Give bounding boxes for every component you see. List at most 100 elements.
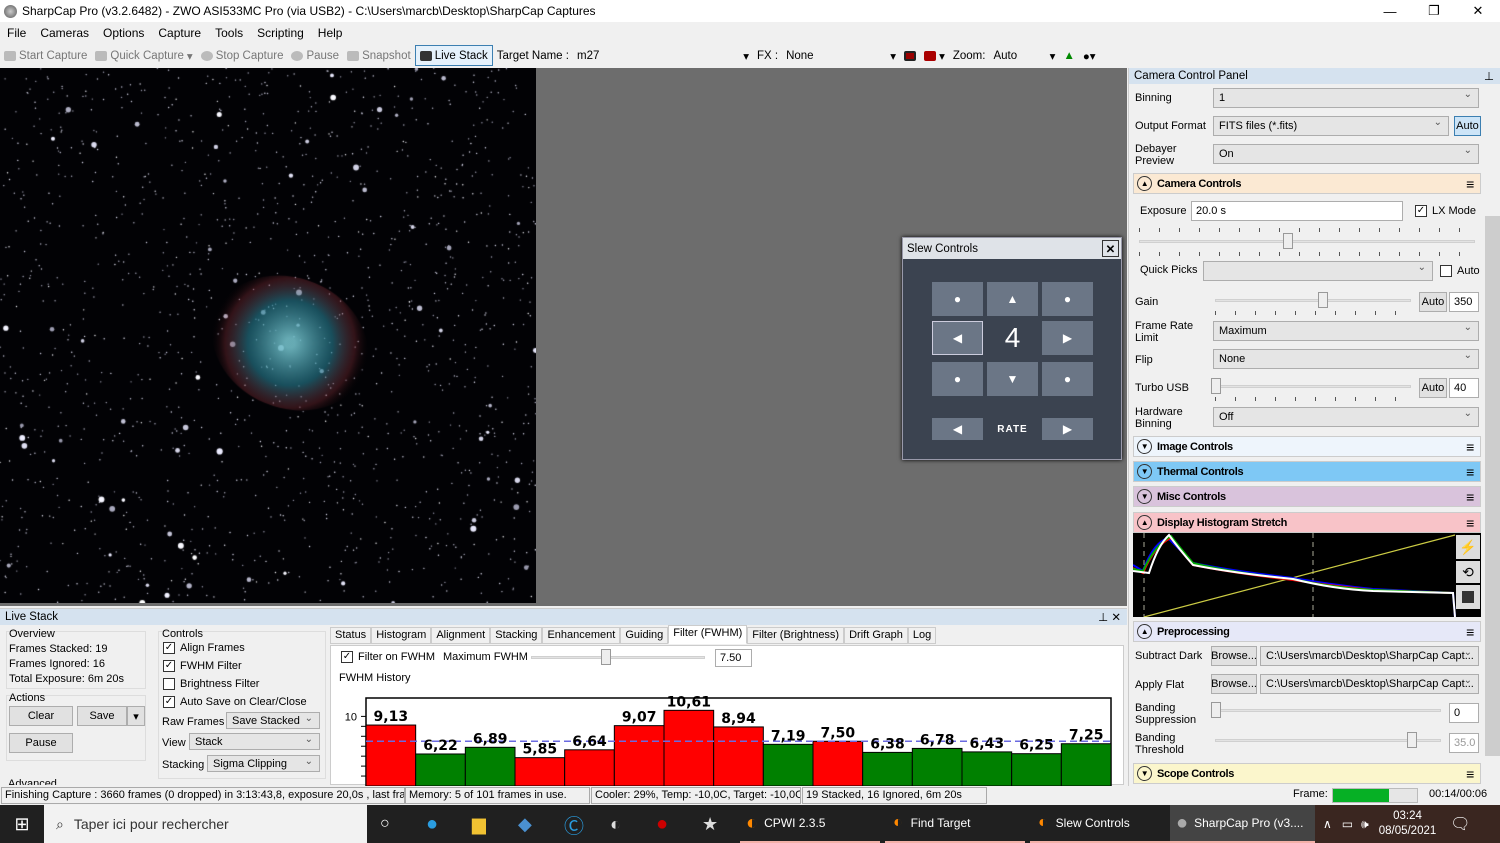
volume-icon[interactable]: 🕪 bbox=[1361, 817, 1369, 832]
slew-north-button[interactable]: ▲ bbox=[987, 282, 1038, 316]
scope-controls-header[interactable]: ▼ Scope Controls ≡ bbox=[1133, 763, 1481, 784]
max-fwhm-input[interactable]: 7.50 bbox=[715, 649, 752, 667]
minimize-button[interactable]: — bbox=[1368, 0, 1412, 22]
misc-controls-header[interactable]: ▼ Misc Controls ≡ bbox=[1133, 486, 1481, 507]
magnifier-icon[interactable]: ●▾ bbox=[1079, 49, 1100, 63]
menu-cameras[interactable]: Cameras bbox=[33, 26, 96, 40]
debayer-dropdown[interactable]: On bbox=[1213, 144, 1479, 164]
star-app-icon[interactable]: ★ bbox=[702, 805, 718, 843]
scrollbar[interactable] bbox=[1485, 86, 1500, 784]
exposure-slider[interactable] bbox=[1139, 240, 1475, 243]
output-auto-button[interactable]: Auto bbox=[1454, 116, 1481, 136]
banding-threshold-input[interactable]: 35.0 bbox=[1449, 733, 1479, 753]
maximize-button[interactable]: ❐ bbox=[1412, 0, 1456, 22]
taskbar-app-cpwi[interactable]: ◐ CPWI 2.3.5 bbox=[740, 805, 880, 843]
banding-suppression-slider[interactable] bbox=[1215, 709, 1441, 712]
align-frames-checkbox[interactable]: ✓ Align Frames bbox=[163, 642, 245, 654]
slew-ne-button[interactable]: ● bbox=[1042, 282, 1093, 316]
chevron-up-icon[interactable]: ∧ bbox=[1323, 817, 1332, 831]
tab-filter-fwhm[interactable]: Filter (FWHM) bbox=[668, 625, 748, 644]
exposure-slider-thumb[interactable] bbox=[1283, 233, 1293, 249]
stop-capture-button[interactable]: Stop Capture bbox=[197, 50, 288, 62]
image-controls-header[interactable]: ▼ Image Controls ≡ bbox=[1133, 436, 1481, 457]
hamburger-icon[interactable]: ≡ bbox=[1466, 766, 1474, 782]
tab-enhancement[interactable]: Enhancement bbox=[542, 627, 621, 644]
turbo-usb-slider-thumb[interactable] bbox=[1211, 378, 1221, 394]
binning-dropdown[interactable]: 1 bbox=[1213, 88, 1479, 108]
taskbar-app-find-target[interactable]: ◐ Find Target bbox=[885, 805, 1025, 843]
histogram-icon[interactable]: ▲ bbox=[1059, 50, 1078, 62]
view-dropdown[interactable]: Stack bbox=[189, 733, 320, 750]
target-name-dropdown[interactable]: m27 ▾ bbox=[573, 49, 753, 63]
tab-histogram[interactable]: Histogram bbox=[371, 627, 432, 644]
fwhm-filter-checkbox[interactable]: ✓ FWHM Filter bbox=[163, 660, 242, 672]
menu-capture[interactable]: Capture bbox=[151, 26, 208, 40]
histogram-display[interactable]: ⚡ ⟲ bbox=[1133, 533, 1481, 617]
tab-alignment[interactable]: Alignment bbox=[431, 627, 491, 644]
exposure-input[interactable]: 20.0 s bbox=[1191, 201, 1403, 221]
lx-mode-checkbox[interactable]: ✓ LX Mode bbox=[1415, 205, 1476, 217]
windows-start-icon[interactable]: ⊞ bbox=[0, 805, 44, 843]
tab-stacking[interactable]: Stacking bbox=[490, 627, 543, 644]
quick-picks-dropdown[interactable] bbox=[1203, 261, 1433, 281]
filter-on-fwhm-checkbox[interactable]: ✓ Filter on FWHM bbox=[341, 651, 435, 663]
save-dropdown-button[interactable]: ▾ bbox=[127, 706, 145, 726]
quick-auto-checkbox[interactable]: Auto bbox=[1440, 265, 1480, 277]
histogram-stretch-header[interactable]: ▲ Display Histogram Stretch ≡ bbox=[1133, 512, 1481, 533]
captured-image[interactable] bbox=[0, 68, 536, 603]
app-icon[interactable]: ● bbox=[656, 805, 668, 843]
slew-se-button[interactable]: ● bbox=[1042, 362, 1093, 396]
gain-slider-thumb[interactable] bbox=[1317, 292, 1328, 308]
hamburger-icon[interactable]: ≡ bbox=[1466, 489, 1474, 505]
snapshot-button[interactable]: Snapshot bbox=[343, 50, 415, 62]
rate-increase-button[interactable]: ▶ bbox=[1042, 418, 1093, 440]
tab-log[interactable]: Log bbox=[907, 627, 937, 644]
output-format-dropdown[interactable]: FITS files (*.fits) bbox=[1213, 116, 1449, 136]
hardware-binning-dropdown[interactable]: Off bbox=[1213, 407, 1479, 427]
camera-controls-header[interactable]: ▲ Camera Controls ≡ bbox=[1133, 173, 1481, 194]
turbo-usb-input[interactable]: 40 bbox=[1449, 378, 1479, 398]
taskbar-app-slew-controls[interactable]: ◐ Slew Controls bbox=[1030, 805, 1170, 843]
clock[interactable]: 03:24 08/05/2021 bbox=[1379, 809, 1437, 839]
edge-icon[interactable]: ● bbox=[426, 805, 438, 843]
gain-slider[interactable] bbox=[1215, 299, 1411, 302]
thermal-controls-header[interactable]: ▼ Thermal Controls ≡ bbox=[1133, 461, 1481, 482]
hamburger-icon[interactable]: ≡ bbox=[1466, 624, 1474, 640]
preprocessing-header[interactable]: ▲ Preprocessing ≡ bbox=[1133, 621, 1481, 642]
raw-frames-dropdown[interactable]: Save Stacked bbox=[226, 712, 320, 729]
notification-icon[interactable]: 🗨 bbox=[1450, 814, 1470, 834]
clear-overlay-icon[interactable]: ▾ bbox=[920, 49, 949, 63]
pin-icon[interactable]: ⊥ bbox=[1484, 69, 1494, 83]
gain-auto-button[interactable]: Auto bbox=[1419, 292, 1447, 312]
start-capture-button[interactable]: Start Capture bbox=[0, 50, 91, 62]
app-icon[interactable]: ◆ bbox=[518, 805, 532, 843]
stacking-dropdown[interactable]: Sigma Clipping bbox=[207, 755, 320, 772]
quick-capture-button[interactable]: Quick Capture ▾ bbox=[91, 49, 196, 63]
max-fwhm-thumb[interactable] bbox=[601, 649, 611, 665]
tab-filter-brightness[interactable]: Filter (Brightness) bbox=[747, 627, 845, 644]
slew-south-button[interactable]: ▼ bbox=[987, 362, 1038, 396]
tab-status[interactable]: Status bbox=[330, 627, 372, 644]
clear-button[interactable]: Clear bbox=[9, 706, 73, 726]
hamburger-icon[interactable]: ≡ bbox=[1466, 439, 1474, 455]
task-view-icon[interactable]: ○ bbox=[380, 805, 390, 843]
app-icon[interactable]: Ⓒ bbox=[564, 805, 584, 843]
max-fwhm-slider[interactable] bbox=[531, 656, 705, 659]
rate-decrease-button[interactable]: ◀ bbox=[932, 418, 983, 440]
save-button[interactable]: Save bbox=[77, 706, 127, 726]
frame-rate-dropdown[interactable]: Maximum bbox=[1213, 321, 1479, 341]
banding-suppression-thumb[interactable] bbox=[1211, 702, 1221, 718]
auto-save-checkbox[interactable]: ✓ Auto Save on Clear/Close bbox=[163, 696, 307, 708]
banding-suppression-input[interactable]: 0 bbox=[1449, 703, 1479, 723]
pause-button[interactable]: Pause bbox=[287, 50, 343, 62]
hamburger-icon[interactable]: ≡ bbox=[1466, 176, 1474, 192]
flip-dropdown[interactable]: None bbox=[1213, 349, 1479, 369]
menu-scripting[interactable]: Scripting bbox=[250, 26, 311, 40]
banding-threshold-thumb[interactable] bbox=[1407, 732, 1417, 748]
browse-dark-button[interactable]: Browse... bbox=[1211, 646, 1257, 666]
record-icon[interactable] bbox=[900, 50, 920, 61]
pause-button[interactable]: Pause bbox=[9, 733, 73, 753]
browse-flat-button[interactable]: Browse... bbox=[1211, 674, 1257, 694]
menu-tools[interactable]: Tools bbox=[208, 26, 250, 40]
hamburger-icon[interactable]: ≡ bbox=[1466, 464, 1474, 480]
